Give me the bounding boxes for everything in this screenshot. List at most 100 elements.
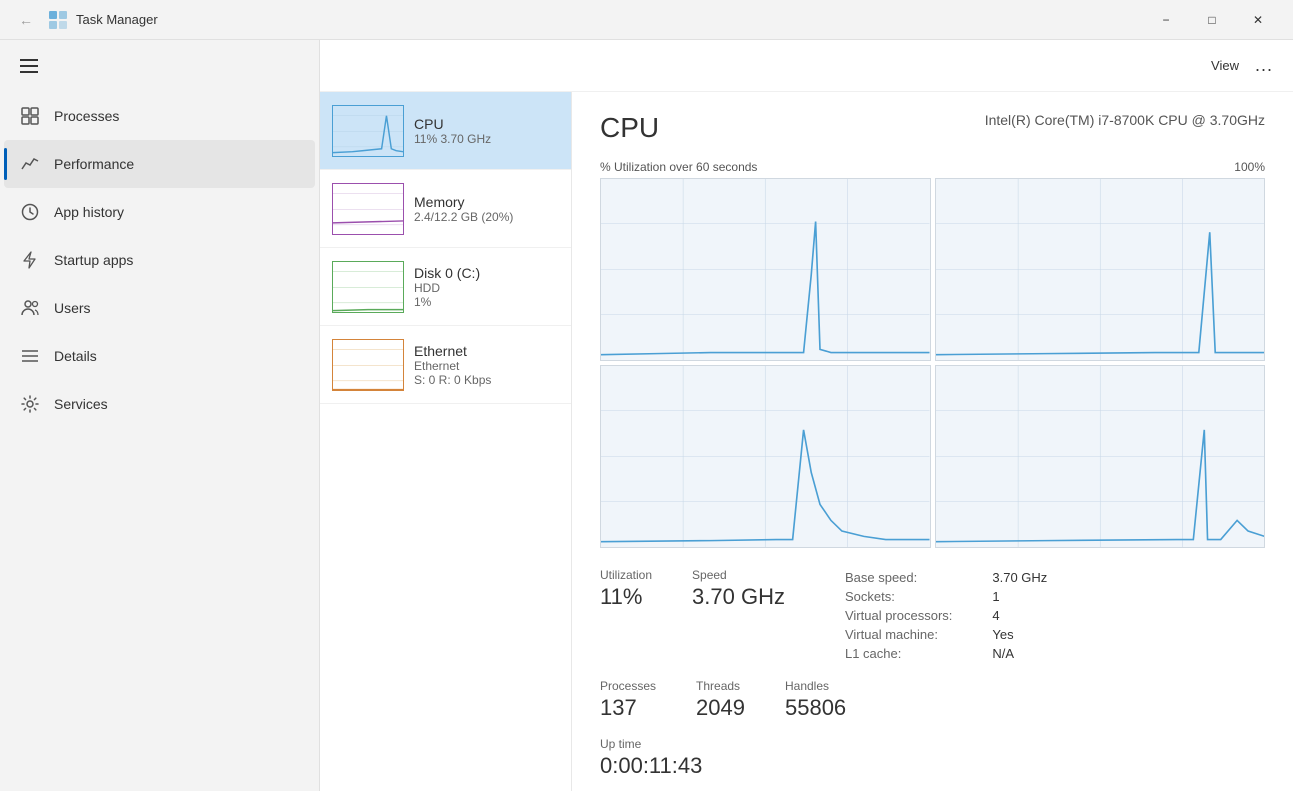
maximize-button[interactable]: □ bbox=[1189, 4, 1235, 36]
grid-icon bbox=[20, 106, 40, 126]
sidebar: Processes Performance App history bbox=[0, 40, 320, 791]
device-item-disk[interactable]: Disk 0 (C:) HDD 1% bbox=[320, 248, 571, 326]
close-button[interactable]: ✕ bbox=[1235, 4, 1281, 36]
uptime-label: Up time bbox=[600, 737, 1265, 751]
stat-handles: Handles 55806 bbox=[785, 679, 846, 721]
sidebar-item-performance[interactable]: Performance bbox=[4, 140, 315, 188]
sidebar-label-details: Details bbox=[54, 348, 97, 364]
chart-label-text: % Utilization over 60 seconds bbox=[600, 160, 757, 174]
vm-label: Virtual machine: bbox=[845, 625, 952, 644]
clock-icon bbox=[20, 202, 40, 222]
memory-info: Memory 2.4/12.2 GB (20%) bbox=[414, 194, 559, 224]
hamburger-button[interactable] bbox=[16, 50, 48, 82]
spec-labels: Base speed: Sockets: Virtual processors:… bbox=[845, 568, 952, 663]
stat-uptime: Up time 0:00:11:43 bbox=[600, 737, 1265, 779]
processes-label: Processes bbox=[600, 679, 656, 693]
window-controls: − □ ✕ bbox=[1143, 4, 1281, 36]
sockets-label: Sockets: bbox=[845, 587, 952, 606]
counts-row: Processes 137 Threads 2049 Handles 55806 bbox=[600, 679, 1265, 721]
disk-name: Disk 0 (C:) bbox=[414, 265, 559, 281]
cpu-detail-panel: CPU Intel(R) Core(TM) i7-8700K CPU @ 3.7… bbox=[572, 92, 1293, 791]
device-item-memory[interactable]: Memory 2.4/12.2 GB (20%) bbox=[320, 170, 571, 248]
stat-speed: Speed 3.70 GHz bbox=[692, 568, 785, 663]
base-speed-value: 3.70 GHz bbox=[992, 568, 1047, 587]
speed-label: Speed bbox=[692, 568, 785, 582]
chart-cell-1 bbox=[600, 178, 931, 361]
threads-value: 2049 bbox=[696, 695, 745, 721]
cpu-mini-chart bbox=[332, 105, 404, 157]
sidebar-item-details[interactable]: Details bbox=[4, 332, 315, 380]
sidebar-label-app-history: App history bbox=[54, 204, 124, 220]
device-list: CPU 11% 3.70 GHz bbox=[320, 92, 572, 791]
speed-value: 3.70 GHz bbox=[692, 584, 785, 610]
cpu-info: CPU 11% 3.70 GHz bbox=[414, 116, 559, 146]
cpu-model: Intel(R) Core(TM) i7-8700K CPU @ 3.70GHz bbox=[985, 112, 1265, 128]
sidebar-label-startup-apps: Startup apps bbox=[54, 252, 133, 268]
sidebar-label-users: Users bbox=[54, 300, 91, 316]
chart-pct: 100% bbox=[1234, 160, 1265, 174]
ethernet-sub2: S: 0 R: 0 Kbps bbox=[414, 373, 559, 387]
spec-block: Base speed: Sockets: Virtual processors:… bbox=[845, 568, 1047, 663]
cpu-name: CPU bbox=[414, 116, 559, 132]
uptime-value: 0:00:11:43 bbox=[600, 753, 1265, 779]
stat-processes: Processes 137 bbox=[600, 679, 656, 721]
spec-cols: Base speed: Sockets: Virtual processors:… bbox=[845, 568, 1047, 663]
sidebar-item-services[interactable]: Services bbox=[4, 380, 315, 428]
app-title: Task Manager bbox=[76, 12, 158, 27]
view-button[interactable]: View bbox=[1211, 58, 1239, 73]
content-header: View ... bbox=[320, 40, 1293, 92]
chart-label-row: % Utilization over 60 seconds 100% bbox=[600, 160, 1265, 174]
sidebar-item-users[interactable]: Users bbox=[4, 284, 315, 332]
sidebar-label-services: Services bbox=[54, 396, 108, 412]
hamburger-line bbox=[20, 71, 38, 73]
ethernet-info: Ethernet Ethernet S: 0 R: 0 Kbps bbox=[414, 343, 559, 387]
ethernet-sub1: Ethernet bbox=[414, 359, 559, 373]
gear-icon bbox=[20, 394, 40, 414]
disk-info: Disk 0 (C:) HDD 1% bbox=[414, 265, 559, 309]
chart-cell-4 bbox=[935, 365, 1266, 548]
sidebar-header bbox=[0, 40, 319, 92]
sidebar-item-processes[interactable]: Processes bbox=[4, 92, 315, 140]
device-item-ethernet[interactable]: Ethernet Ethernet S: 0 R: 0 Kbps bbox=[320, 326, 571, 404]
base-speed-label: Base speed: bbox=[845, 568, 952, 587]
spec-values: 3.70 GHz 1 4 Yes N/A bbox=[992, 568, 1047, 663]
more-button[interactable]: ... bbox=[1255, 55, 1273, 76]
stats-row: Utilization 11% Speed 3.70 GHz Base spee… bbox=[600, 568, 1265, 663]
disk-mini-chart bbox=[332, 261, 404, 313]
minimize-button[interactable]: − bbox=[1143, 4, 1189, 36]
chart-cell-2 bbox=[935, 178, 1266, 361]
list-icon bbox=[20, 346, 40, 366]
device-item-cpu[interactable]: CPU 11% 3.70 GHz bbox=[320, 92, 571, 170]
bolt-icon bbox=[20, 250, 40, 270]
utilization-label: Utilization bbox=[600, 568, 652, 582]
disk-sub2: 1% bbox=[414, 295, 559, 309]
sockets-value: 1 bbox=[992, 587, 1047, 606]
ethernet-mini-chart bbox=[332, 339, 404, 391]
processes-value: 137 bbox=[600, 695, 656, 721]
l1-value: N/A bbox=[992, 644, 1047, 663]
ethernet-name: Ethernet bbox=[414, 343, 559, 359]
app-icon bbox=[48, 10, 68, 30]
charts-grid bbox=[600, 178, 1265, 548]
users-icon bbox=[20, 298, 40, 318]
memory-mini-chart bbox=[332, 183, 404, 235]
disk-sub1: HDD bbox=[414, 281, 559, 295]
back-button[interactable]: ← bbox=[12, 6, 40, 34]
cpu-title: CPU bbox=[600, 112, 659, 144]
sidebar-label-processes: Processes bbox=[54, 108, 119, 124]
memory-name: Memory bbox=[414, 194, 559, 210]
vm-value: Yes bbox=[992, 625, 1047, 644]
content-body: CPU 11% 3.70 GHz bbox=[320, 92, 1293, 791]
vp-value: 4 bbox=[992, 606, 1047, 625]
chart-icon bbox=[20, 154, 40, 174]
main-content: View ... CPU bbox=[320, 40, 1293, 791]
app-container: Processes Performance App history bbox=[0, 40, 1293, 791]
utilization-value: 11% bbox=[600, 584, 652, 610]
stat-utilization: Utilization 11% bbox=[600, 568, 652, 663]
hamburger-line bbox=[20, 65, 38, 67]
sidebar-item-app-history[interactable]: App history bbox=[4, 188, 315, 236]
vp-label: Virtual processors: bbox=[845, 606, 952, 625]
sidebar-item-startup-apps[interactable]: Startup apps bbox=[4, 236, 315, 284]
sidebar-label-performance: Performance bbox=[54, 156, 134, 172]
titlebar: ← Task Manager − □ ✕ bbox=[0, 0, 1293, 40]
